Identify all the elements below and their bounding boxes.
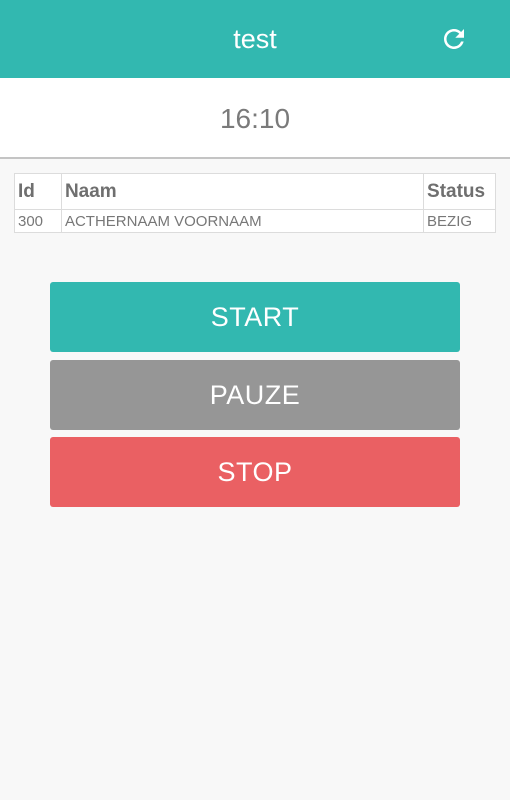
cell-status: BEZIG <box>423 209 496 233</box>
cell-name: ACTHERNAAM VOORNAAM <box>60 209 425 233</box>
table-header-row: Id Naam Status <box>14 173 496 210</box>
employee-table: Id Naam Status 300 ACTHERNAAM VOORNAAM B… <box>14 173 496 233</box>
cell-id: 300 <box>14 209 62 233</box>
table-row[interactable]: 300 ACTHERNAAM VOORNAAM BEZIG <box>14 209 496 233</box>
refresh-icon <box>444 28 464 49</box>
pause-button[interactable]: PAUZE <box>50 360 460 430</box>
app-title: test <box>233 24 277 54</box>
refresh-button[interactable] <box>436 21 472 57</box>
header-id: Id <box>14 173 62 210</box>
start-button[interactable]: START <box>50 282 460 352</box>
current-time: 16:10 <box>219 103 291 134</box>
time-panel: 16:10 <box>0 78 510 159</box>
stop-button[interactable]: STOP <box>50 437 460 507</box>
header-name: Naam <box>60 173 425 210</box>
header-status: Status <box>423 173 496 210</box>
app-bar: test <box>0 0 510 78</box>
